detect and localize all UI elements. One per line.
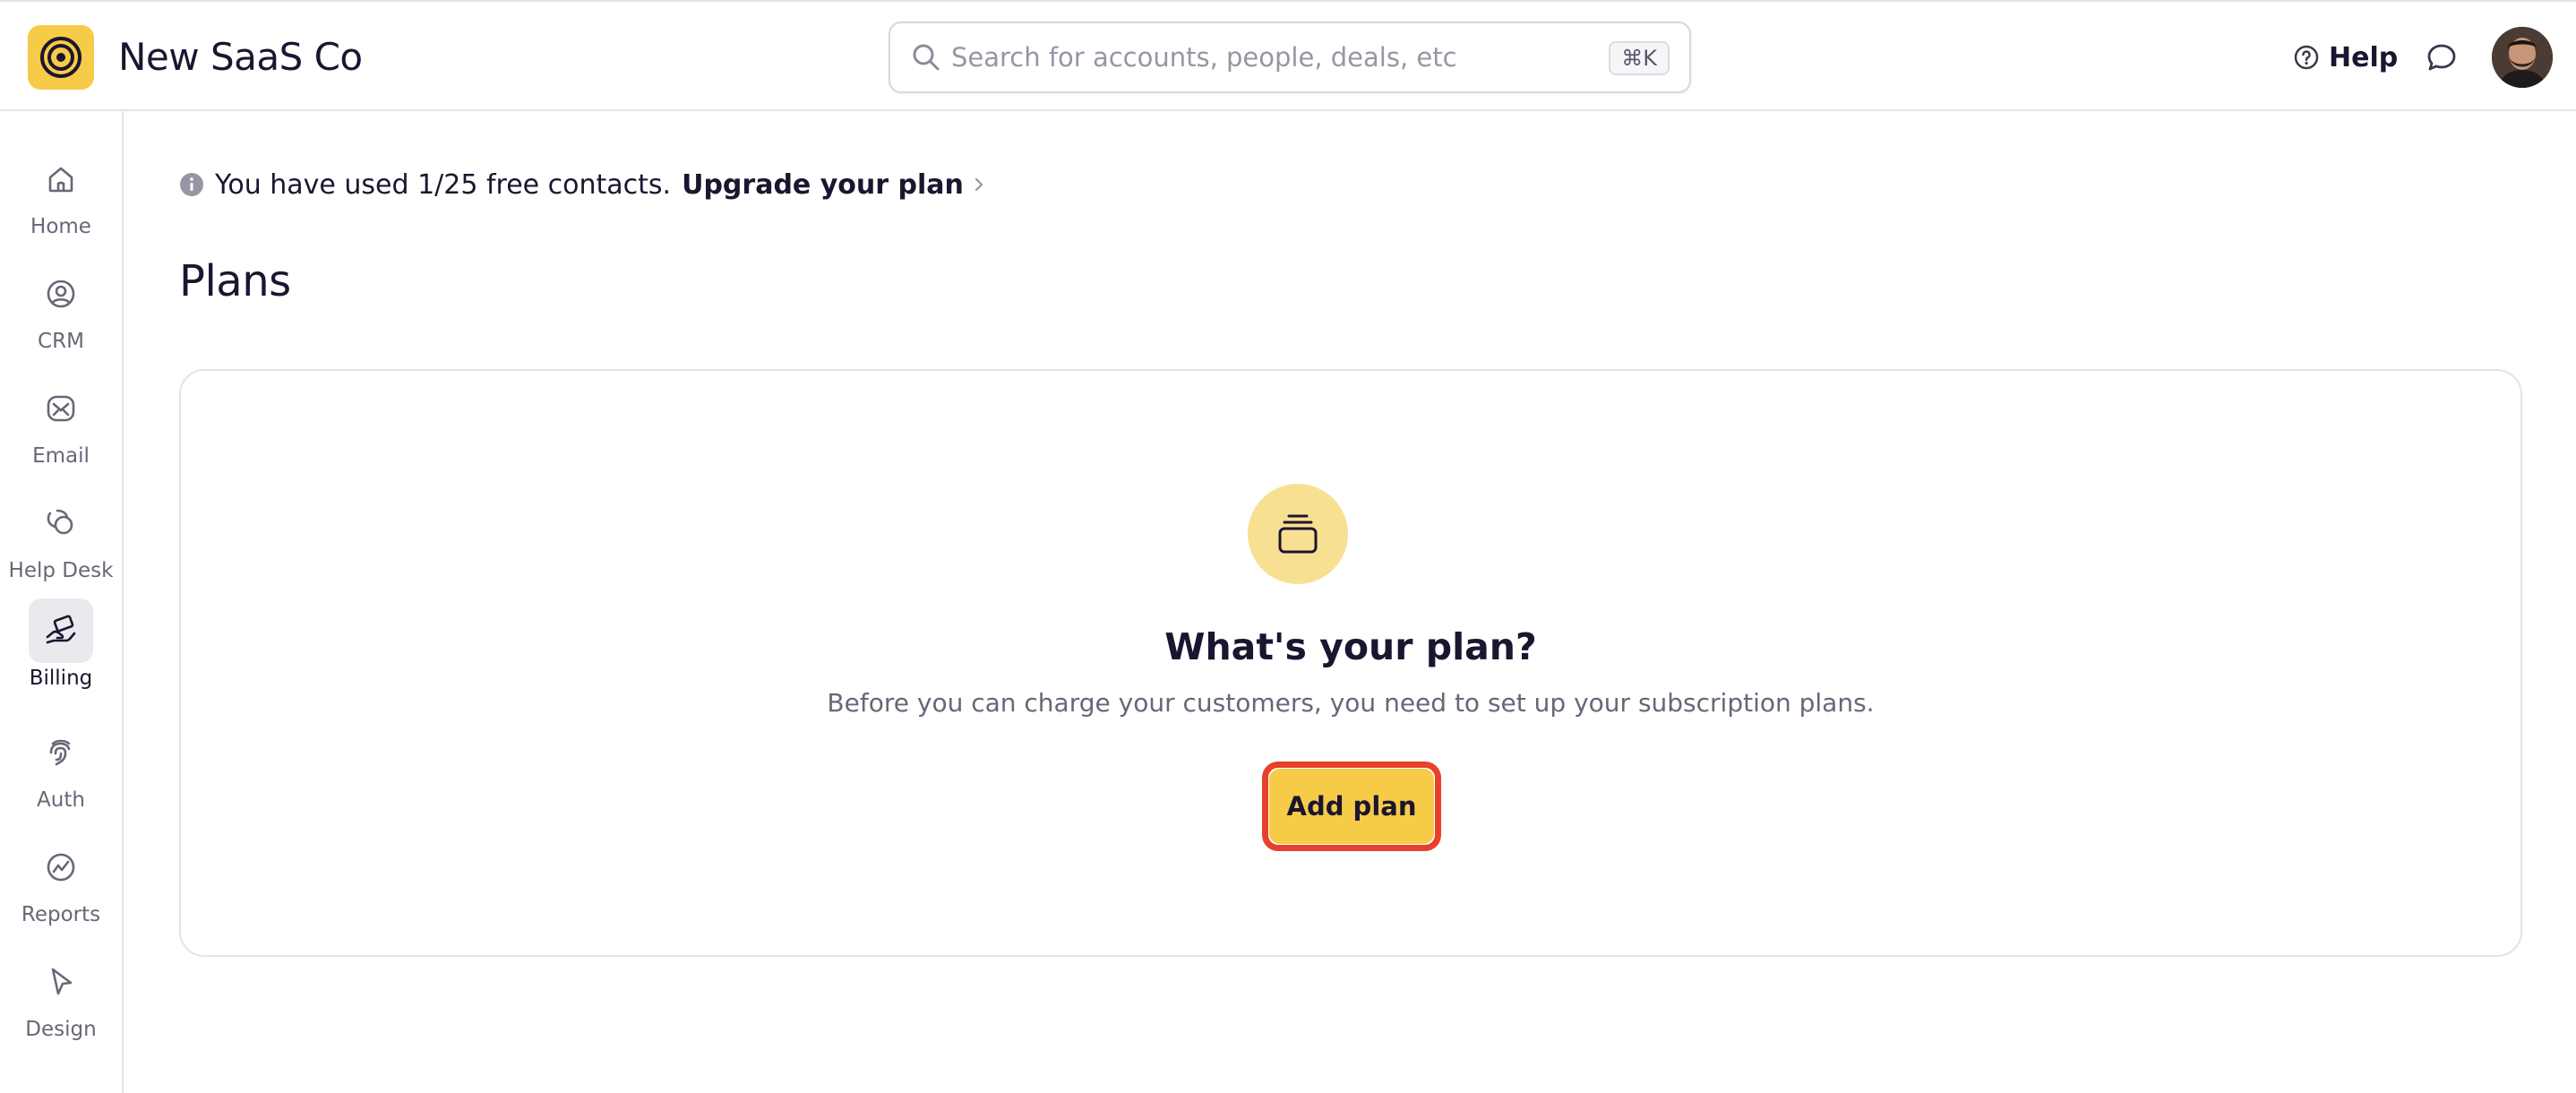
chat-bubbles-icon xyxy=(47,509,73,535)
nav-icon-wrap xyxy=(29,598,93,663)
sidebar-item-home[interactable]: Home xyxy=(0,147,122,254)
nav-icon-wrap xyxy=(29,491,93,555)
sidebar-item-label: Email xyxy=(32,444,90,468)
chevron-right-icon xyxy=(975,177,983,192)
sidebar-item-label: Home xyxy=(30,215,91,238)
empty-state-icon-circle xyxy=(1248,484,1348,584)
envelope-icon xyxy=(47,395,75,422)
home-icon xyxy=(48,167,73,193)
usage-notice: You have used 1/25 free contacts. Upgrad… xyxy=(179,163,985,206)
sidebar-item-label: Design xyxy=(25,1018,97,1041)
sidebar-item-email[interactable]: Email xyxy=(0,376,122,484)
nav-icon-wrap xyxy=(29,720,93,785)
stacked-cards-icon xyxy=(1278,514,1318,554)
main-content: You have used 1/25 free contacts. Upgrad… xyxy=(125,111,2576,1093)
page-title: Plans xyxy=(179,256,291,306)
usage-notice-text: You have used 1/25 free contacts. xyxy=(215,168,672,201)
cursor-arrow-icon xyxy=(51,968,73,995)
sidebar-item-label: CRM xyxy=(38,330,84,353)
sidebar-item-label: Auth xyxy=(37,788,85,812)
search-icon xyxy=(913,44,940,71)
question-circle-icon xyxy=(2294,45,2319,70)
empty-state-description: Before you can charge your customers, yo… xyxy=(827,688,1875,718)
avatar-image xyxy=(2492,27,2553,88)
sidebar-item-label: Reports xyxy=(21,903,101,926)
nav-icon-wrap xyxy=(29,262,93,326)
sidebar-item-label: Help Desk xyxy=(8,559,114,582)
sidebar-item-reports[interactable]: Reports xyxy=(0,835,122,942)
help-button[interactable]: Help xyxy=(2293,36,2398,79)
nav-icon-wrap xyxy=(29,376,93,441)
empty-state-title: What's your plan? xyxy=(1164,625,1537,668)
sidebar-item-design[interactable]: Design xyxy=(0,950,122,1057)
add-plan-button[interactable]: Add plan xyxy=(1269,769,1434,844)
nav-icon-wrap xyxy=(29,147,93,211)
sidebar-item-auth[interactable]: Auth xyxy=(0,720,122,828)
app-logo[interactable] xyxy=(28,25,94,90)
search-shortcut-badge: ⌘K xyxy=(1609,41,1670,75)
chart-line-icon xyxy=(47,853,75,882)
info-icon xyxy=(180,173,203,196)
sidebar-nav: Home CRM Email Help Desk Billing Auth Re… xyxy=(0,111,124,1093)
chat-bubble-icon[interactable] xyxy=(2424,39,2460,75)
nav-icon-wrap xyxy=(29,835,93,899)
money-hand-icon xyxy=(46,615,76,644)
nav-icon-wrap xyxy=(29,950,93,1014)
sidebar-item-crm[interactable]: CRM xyxy=(0,262,122,369)
upgrade-plan-label: Upgrade your plan xyxy=(682,168,964,201)
concentric-circles-logo-icon xyxy=(40,37,82,78)
sidebar-item-billing[interactable]: Billing xyxy=(0,598,122,706)
sidebar-item-label: Billing xyxy=(29,667,93,690)
sidebar-item-help-desk[interactable]: Help Desk xyxy=(0,491,122,598)
search-box[interactable]: ⌘K xyxy=(889,22,1691,93)
app-name: New SaaS Co xyxy=(118,35,363,79)
person-circle-icon xyxy=(47,280,75,308)
help-label: Help xyxy=(2329,41,2399,73)
user-avatar[interactable] xyxy=(2492,27,2553,88)
fingerprint-icon xyxy=(49,739,71,766)
search-input[interactable] xyxy=(951,34,1578,81)
top-bar: New SaaS Co ⌘K Help xyxy=(0,0,2576,111)
upgrade-plan-link[interactable]: Upgrade your plan xyxy=(682,169,985,201)
